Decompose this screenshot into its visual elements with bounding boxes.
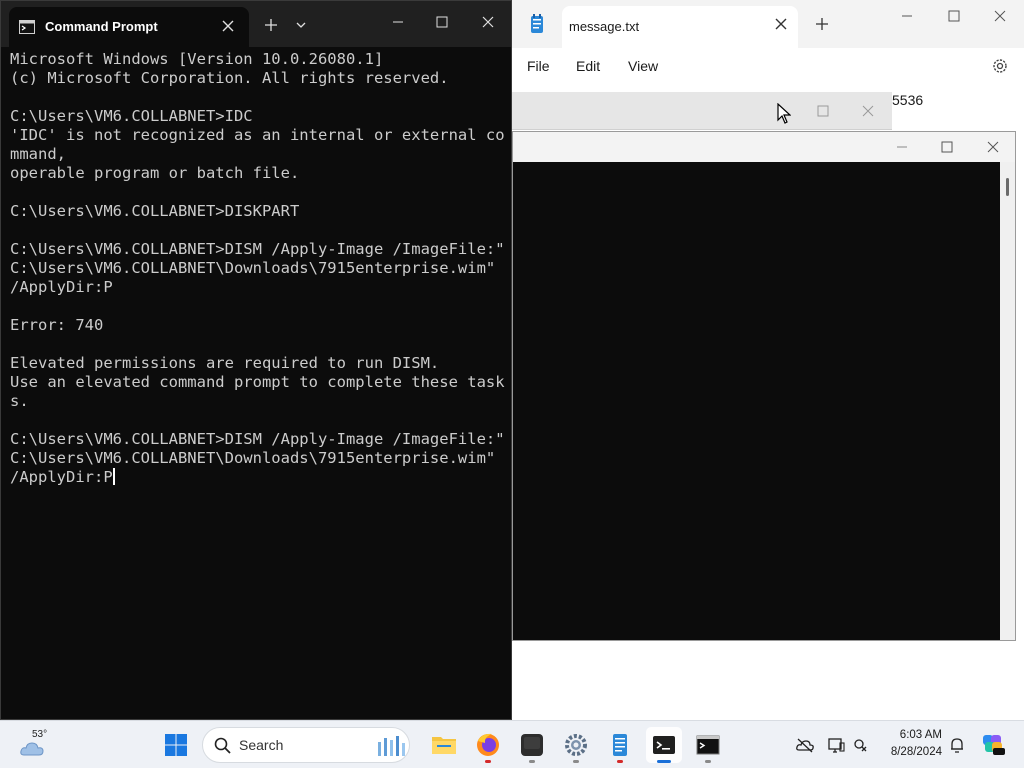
text-cursor	[112, 468, 115, 485]
console-line: /ApplyDir:P	[10, 278, 113, 296]
cmd-console-output[interactable]: Microsoft Windows [Version 10.0.26080.1]…	[10, 50, 506, 487]
notepad-menu-bar: File Edit View	[512, 48, 1024, 88]
chevron-down-icon[interactable]	[291, 15, 311, 35]
command-prompt-button[interactable]	[690, 727, 726, 763]
clock-time: 6:03 AM	[899, 729, 942, 741]
new-tab-plus-icon[interactable]	[813, 15, 831, 33]
minimize-icon[interactable]	[388, 12, 408, 32]
console-line: C:\Users\VM6.COLLABNET>DISM /Apply-Image…	[10, 240, 505, 258]
menu-view[interactable]: View	[628, 58, 658, 74]
ghost-window-titlebar	[512, 92, 892, 130]
maximize-icon[interactable]	[944, 6, 964, 26]
active-indicator	[657, 760, 671, 763]
cmd-tab-title: Command Prompt	[45, 19, 158, 34]
command-prompt-icon	[19, 20, 35, 34]
console-line: /ApplyDir:P	[10, 468, 115, 486]
firefox-icon	[477, 733, 499, 756]
search-label: Search	[239, 737, 284, 753]
new-tab-plus-icon[interactable]	[261, 15, 281, 35]
tab-command-prompt[interactable]: Command Prompt	[9, 7, 249, 47]
dark-app-icon	[521, 734, 543, 756]
app-button-dark[interactable]	[514, 727, 550, 763]
console-line: operable program or batch file.	[10, 164, 300, 182]
search-highlight-icon	[378, 736, 405, 756]
running-indicator	[617, 760, 623, 763]
cmd-titlebar: Command Prompt	[1, 1, 511, 47]
terminal-window	[512, 131, 1016, 641]
close-icon[interactable]	[219, 17, 237, 35]
close-window-icon[interactable]	[990, 6, 1010, 26]
console-line: C:\Users\VM6.COLLABNET>DISM /Apply-Image…	[10, 430, 505, 448]
taskbar-search[interactable]: Search	[202, 727, 410, 763]
running-indicator	[529, 760, 535, 763]
file-explorer-button[interactable]	[426, 727, 462, 763]
vertical-scrollbar[interactable]	[1000, 162, 1015, 640]
console-line: Error: 740	[10, 316, 104, 334]
console-line: C:\Users\VM6.COLLABNET>IDC	[10, 107, 253, 125]
terminal-console[interactable]	[513, 162, 1000, 640]
console-line: C:\Users\VM6.COLLABNET>DISKPART	[10, 202, 300, 220]
mouse-pointer-icon	[777, 103, 791, 124]
terminal-button[interactable]	[646, 727, 682, 763]
notepad-app-icon	[531, 14, 543, 33]
notepad-tab-title: message.txt	[569, 19, 640, 34]
folder-icon	[432, 737, 456, 754]
console-line: Elevated permissions are required to run…	[10, 354, 440, 372]
settings-button[interactable]	[558, 727, 594, 763]
copilot-icon[interactable]	[980, 731, 1006, 757]
menu-file[interactable]: File	[527, 58, 550, 74]
start-button[interactable]	[158, 727, 194, 763]
notepad-tab-bar: message.txt	[512, 0, 1024, 48]
notepad-icon	[613, 734, 627, 756]
tab-message-txt[interactable]: message.txt	[562, 6, 798, 48]
network-disconnected-icon[interactable]	[852, 735, 872, 755]
command-prompt-window: Command Prompt Microsoft Windows [Versio…	[0, 0, 512, 720]
gear-icon[interactable]	[990, 56, 1010, 76]
windows-logo-icon	[165, 734, 187, 756]
close-window-icon[interactable]	[478, 12, 498, 32]
terminal-icon	[653, 736, 675, 754]
console-line: 'IDC' is not recognized as an internal o…	[10, 126, 505, 144]
running-indicator	[573, 760, 579, 763]
search-icon	[214, 737, 231, 754]
console-line: C:\Users\VM6.COLLABNET\Downloads\7915ent…	[10, 449, 496, 467]
terminal-titlebar	[513, 132, 1015, 162]
console-line: C:\Users\VM6.COLLABNET\Downloads\7915ent…	[10, 259, 496, 277]
running-indicator	[485, 760, 491, 763]
menu-edit[interactable]: Edit	[576, 58, 600, 74]
close-icon[interactable]	[772, 15, 790, 33]
firefox-button[interactable]	[470, 727, 506, 763]
maximize-icon[interactable]	[813, 101, 833, 121]
onedrive-offline-icon[interactable]	[795, 735, 815, 755]
close-window-icon[interactable]	[983, 137, 1003, 157]
maximize-icon[interactable]	[432, 12, 452, 32]
taskbar: 53° Search 6:03 AM 8/28/2024	[0, 720, 1024, 768]
minimize-icon[interactable]	[897, 6, 917, 26]
screen-icon[interactable]	[826, 735, 846, 755]
console-line: mmand,	[10, 145, 66, 163]
close-window-icon[interactable]	[858, 101, 878, 121]
console-line: (c) Microsoft Corporation. All rights re…	[10, 69, 449, 87]
running-indicator	[705, 760, 711, 763]
console-line: Microsoft Windows [Version 10.0.26080.1]	[10, 50, 384, 68]
notepad-button[interactable]	[602, 727, 638, 763]
scrollbar-thumb[interactable]	[1006, 178, 1009, 196]
minimize-icon[interactable]	[892, 137, 912, 157]
notepad-text-content: 5536	[892, 92, 924, 108]
console-line: s.	[10, 392, 29, 410]
weather-temperature: 53°	[32, 729, 48, 740]
clock-date: 8/28/2024	[890, 746, 942, 758]
console-line: Use an elevated command prompt to comple…	[10, 373, 505, 391]
maximize-icon[interactable]	[937, 137, 957, 157]
settings-gear-icon	[565, 734, 587, 756]
command-prompt-icon	[696, 735, 720, 755]
bell-icon[interactable]	[947, 735, 967, 755]
